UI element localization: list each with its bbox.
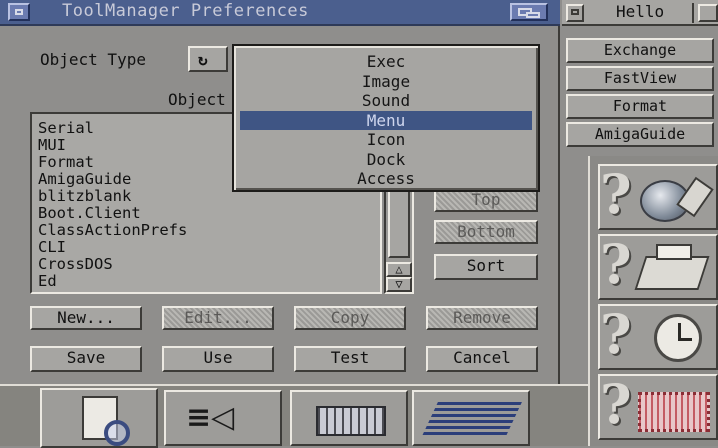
hello-button-fastview[interactable]: FastView (566, 66, 714, 91)
hello-button-format[interactable]: Format (566, 94, 714, 119)
copy-button[interactable]: Copy (294, 306, 406, 330)
close-gadget-icon[interactable] (8, 3, 30, 21)
printer-icon (634, 256, 710, 290)
list-item[interactable]: Boot.Client (38, 205, 380, 222)
menu-item-sound[interactable]: Sound (240, 91, 532, 111)
help-icon: ? (600, 372, 632, 436)
dock-item-clock[interactable]: ? (598, 302, 718, 370)
list-item[interactable]: CLI (38, 239, 380, 256)
keyboard-icon (316, 406, 386, 436)
list-item[interactable]: CrossDOS (38, 256, 380, 273)
menu-item-dock[interactable]: Dock (240, 150, 532, 170)
eye-icon: ≡◁ (186, 400, 235, 435)
help-icon: ? (600, 162, 632, 226)
stamp-icon (638, 392, 710, 432)
new-button[interactable]: New... (30, 306, 142, 330)
scroll-up-arrow-icon[interactable]: △ (386, 262, 412, 277)
save-button[interactable]: Save (30, 346, 142, 372)
menu-item-icon[interactable]: Icon (240, 130, 532, 150)
object-type-label: Object Type (40, 50, 146, 69)
help-icon: ? (600, 232, 632, 296)
right-dock: ? ? ? ? (588, 156, 718, 446)
test-button[interactable]: Test (294, 346, 406, 372)
menu-item-image[interactable]: Image (240, 72, 532, 92)
edit-button[interactable]: Edit... (162, 306, 274, 330)
dock-item-speed[interactable] (412, 390, 530, 446)
dock-item-document[interactable] (40, 388, 158, 448)
help-icon: ? (600, 302, 632, 366)
clock-icon (654, 314, 702, 362)
menu-item-menu[interactable]: Menu (240, 110, 532, 130)
dock-item-stamp[interactable]: ? (598, 372, 718, 440)
scroll-down-arrow-icon[interactable]: ▽ (386, 277, 412, 292)
list-item[interactable]: ClassActionPrefs (38, 222, 380, 239)
objects-label: Object (168, 90, 226, 109)
hello-title: Hello (616, 2, 665, 21)
bottom-dock: ≡◁ (0, 384, 588, 448)
hello-button-exchange[interactable]: Exchange (566, 38, 714, 63)
hello-depth-gadget-icon[interactable] (698, 4, 718, 22)
window-title-bar[interactable]: ToolManager Preferences (0, 0, 560, 26)
window-title: ToolManager Preferences (62, 1, 309, 21)
hello-title-bar[interactable]: Hello (562, 0, 718, 26)
hello-button-amigaguide[interactable]: AmigaGuide (566, 122, 714, 147)
dock-item-viewer[interactable]: ≡◁ (164, 390, 282, 446)
depth-gadget-icon[interactable] (510, 3, 548, 21)
use-button[interactable]: Use (162, 346, 274, 372)
sort-button[interactable]: Sort (434, 254, 538, 280)
dock-item-globe[interactable]: ? (598, 162, 718, 230)
object-type-popup-menu[interactable]: Exec Image Sound Menu Icon Dock Access (232, 44, 540, 192)
speed-logo-icon (422, 402, 522, 436)
cycle-icon: ↻ (198, 50, 208, 69)
menu-item-exec[interactable]: Exec (240, 52, 532, 72)
dock-item-keyboard[interactable] (290, 390, 408, 446)
hello-close-gadget-icon[interactable] (566, 4, 584, 22)
dock-item-printer[interactable]: ? (598, 232, 718, 300)
remove-button[interactable]: Remove (426, 306, 538, 330)
menu-item-access[interactable]: Access (240, 169, 532, 189)
list-item[interactable]: Ed (38, 273, 380, 290)
bottom-button[interactable]: Bottom (434, 220, 538, 244)
cancel-button[interactable]: Cancel (426, 346, 538, 372)
object-type-cycle-button[interactable]: ↻ (188, 46, 228, 72)
